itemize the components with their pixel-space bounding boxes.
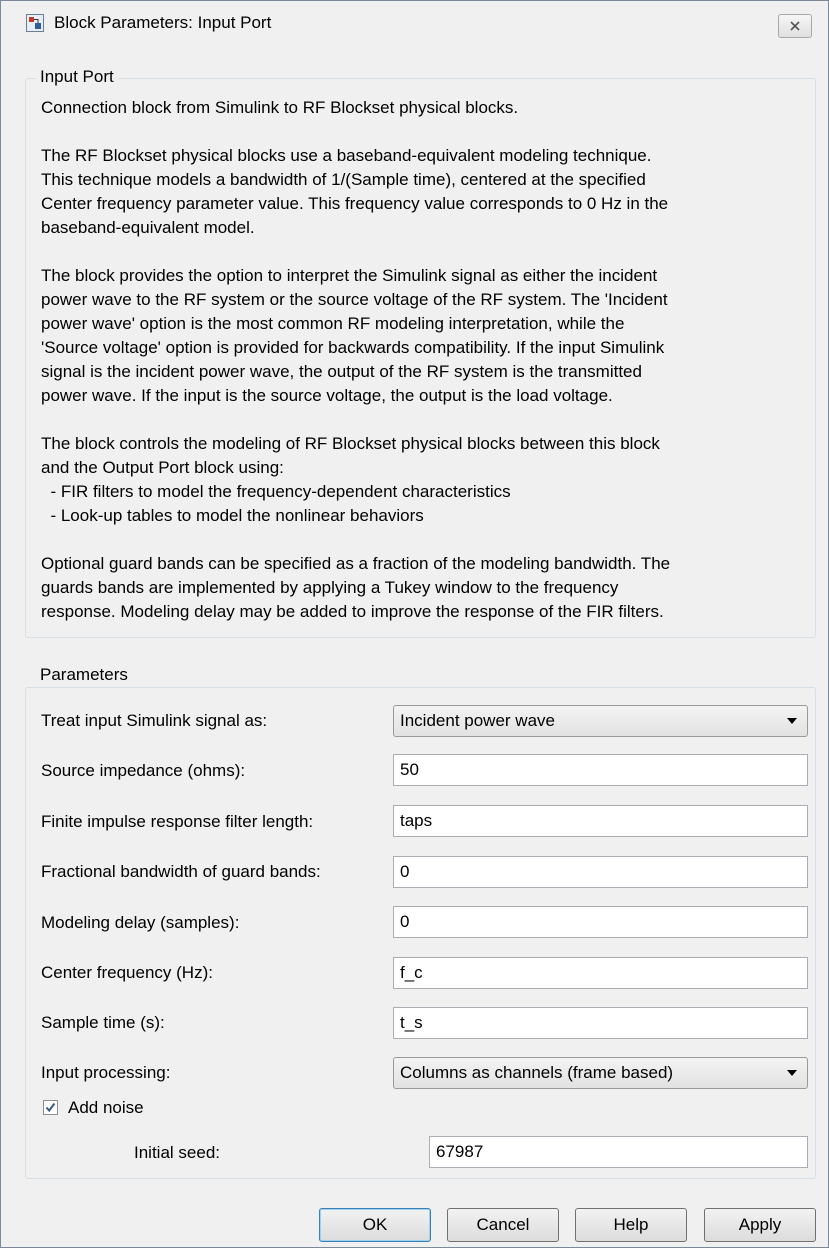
description-paragraph: Connection block from Simulink to RF Blo… (41, 98, 519, 117)
input-processing-dropdown[interactable]: Columns as channels (frame based) (393, 1057, 808, 1089)
initial-seed-label: Initial seed: (134, 1143, 220, 1162)
description-paragraph: Optional guard bands can be specified as… (41, 554, 671, 621)
apply-button[interactable]: Apply (704, 1208, 816, 1242)
source-impedance-field[interactable]: 50 (393, 754, 808, 786)
parameters-group-legend: Parameters (36, 665, 132, 685)
cancel-button[interactable]: Cancel (447, 1208, 559, 1242)
add-noise-label: Add noise (68, 1098, 144, 1117)
dialog-window: Block Parameters: Input Port Input Port … (0, 0, 829, 1248)
chevron-down-icon (787, 1070, 797, 1076)
block-description: Connection block from Simulink to RF Blo… (41, 96, 816, 624)
sample-time-field[interactable]: t_s (393, 1007, 808, 1039)
description-paragraph: The block controls the modeling of RF Bl… (41, 434, 660, 525)
help-button[interactable]: Help (575, 1208, 687, 1242)
modeling-delay-label: Modeling delay (samples): (41, 913, 240, 932)
input-processing-value: Columns as channels (frame based) (400, 1063, 674, 1082)
close-icon (790, 21, 800, 31)
fir-length-field[interactable]: taps (393, 805, 808, 837)
initial-seed-field[interactable]: 67987 (429, 1136, 808, 1168)
description-paragraph: The block provides the option to interpr… (41, 266, 668, 405)
input-processing-label: Input processing: (41, 1063, 171, 1082)
source-impedance-label: Source impedance (ohms): (41, 761, 246, 780)
treat-input-value: Incident power wave (400, 711, 555, 730)
treat-input-label: Treat input Simulink signal as: (41, 711, 268, 730)
guard-bands-field[interactable]: 0 (393, 856, 808, 888)
description-paragraph: The RF Blockset physical blocks use a ba… (41, 146, 669, 237)
simulink-block-icon (26, 14, 44, 32)
chevron-down-icon (787, 718, 797, 724)
modeling-delay-field[interactable]: 0 (393, 906, 808, 938)
center-frequency-label: Center frequency (Hz): (41, 963, 213, 982)
title-bar: Block Parameters: Input Port (1, 1, 828, 45)
ok-button[interactable]: OK (319, 1208, 431, 1242)
close-button[interactable] (778, 14, 812, 38)
sample-time-label: Sample time (s): (41, 1013, 165, 1032)
treat-input-dropdown[interactable]: Incident power wave (393, 705, 808, 737)
description-group-legend: Input Port (36, 67, 118, 87)
add-noise-checkbox[interactable] (43, 1100, 58, 1115)
fir-length-label: Finite impulse response filter length: (41, 812, 314, 831)
center-frequency-field[interactable]: f_c (393, 957, 808, 989)
window-title: Block Parameters: Input Port (54, 13, 272, 32)
checkmark-icon (45, 1102, 56, 1113)
guard-bands-label: Fractional bandwidth of guard bands: (41, 862, 321, 881)
